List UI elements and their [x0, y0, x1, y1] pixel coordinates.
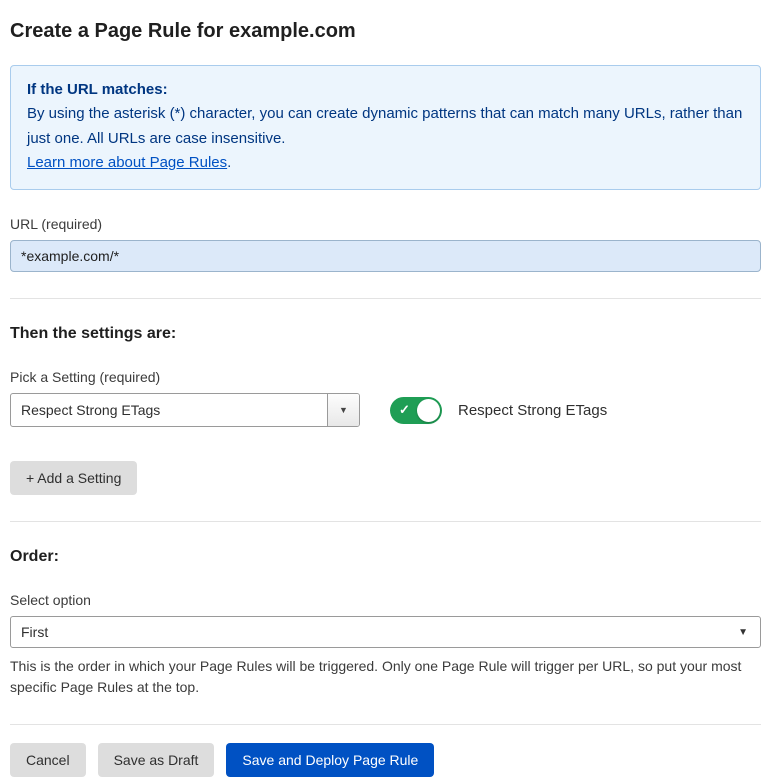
action-buttons: Cancel Save as Draft Save and Deploy Pag… [10, 743, 761, 777]
add-setting-button[interactable]: + Add a Setting [10, 461, 137, 495]
dropdown-arrow-icon: ▼ [339, 405, 348, 415]
save-deploy-button[interactable]: Save and Deploy Page Rule [226, 743, 434, 777]
divider [10, 298, 761, 299]
setting-select-value: Respect Strong ETags [11, 394, 327, 426]
order-help-text: This is the order in which your Page Rul… [10, 656, 761, 698]
url-label: URL (required) [10, 216, 761, 232]
order-select[interactable]: First ▼ [10, 616, 761, 648]
cancel-button[interactable]: Cancel [10, 743, 86, 777]
page-rule-form: Create a Page Rule for example.com If th… [0, 0, 769, 777]
pick-setting-label: Pick a Setting (required) [10, 369, 761, 385]
url-match-info-box: If the URL matches: By using the asteris… [10, 65, 761, 190]
order-select-label: Select option [10, 592, 761, 608]
etags-toggle-group: ✓ Respect Strong ETags [390, 397, 607, 424]
learn-more-link[interactable]: Learn more about Page Rules [27, 154, 227, 171]
setting-select-dropdown-button[interactable]: ▼ [327, 394, 359, 426]
info-box-link-row: Learn more about Page Rules. [27, 151, 744, 175]
order-select-value: First [21, 624, 48, 640]
toggle-label: Respect Strong ETags [458, 402, 607, 419]
chevron-down-icon: ▼ [738, 627, 748, 638]
order-heading: Order: [10, 548, 761, 566]
divider [10, 521, 761, 522]
etags-toggle[interactable]: ✓ [390, 397, 442, 424]
setting-row: Respect Strong ETags ▼ ✓ Respect Strong … [10, 393, 761, 427]
url-input[interactable] [10, 240, 761, 272]
toggle-check-icon: ✓ [399, 402, 410, 418]
page-title: Create a Page Rule for example.com [10, 20, 761, 43]
info-box-heading: If the URL matches: [27, 78, 744, 102]
info-box-body: By using the asterisk (*) character, you… [27, 102, 744, 151]
divider [10, 724, 761, 725]
settings-heading: Then the settings are: [10, 325, 761, 343]
link-suffix: . [227, 154, 231, 171]
save-draft-button[interactable]: Save as Draft [98, 743, 215, 777]
toggle-knob [417, 399, 440, 422]
setting-select[interactable]: Respect Strong ETags ▼ [10, 393, 360, 427]
